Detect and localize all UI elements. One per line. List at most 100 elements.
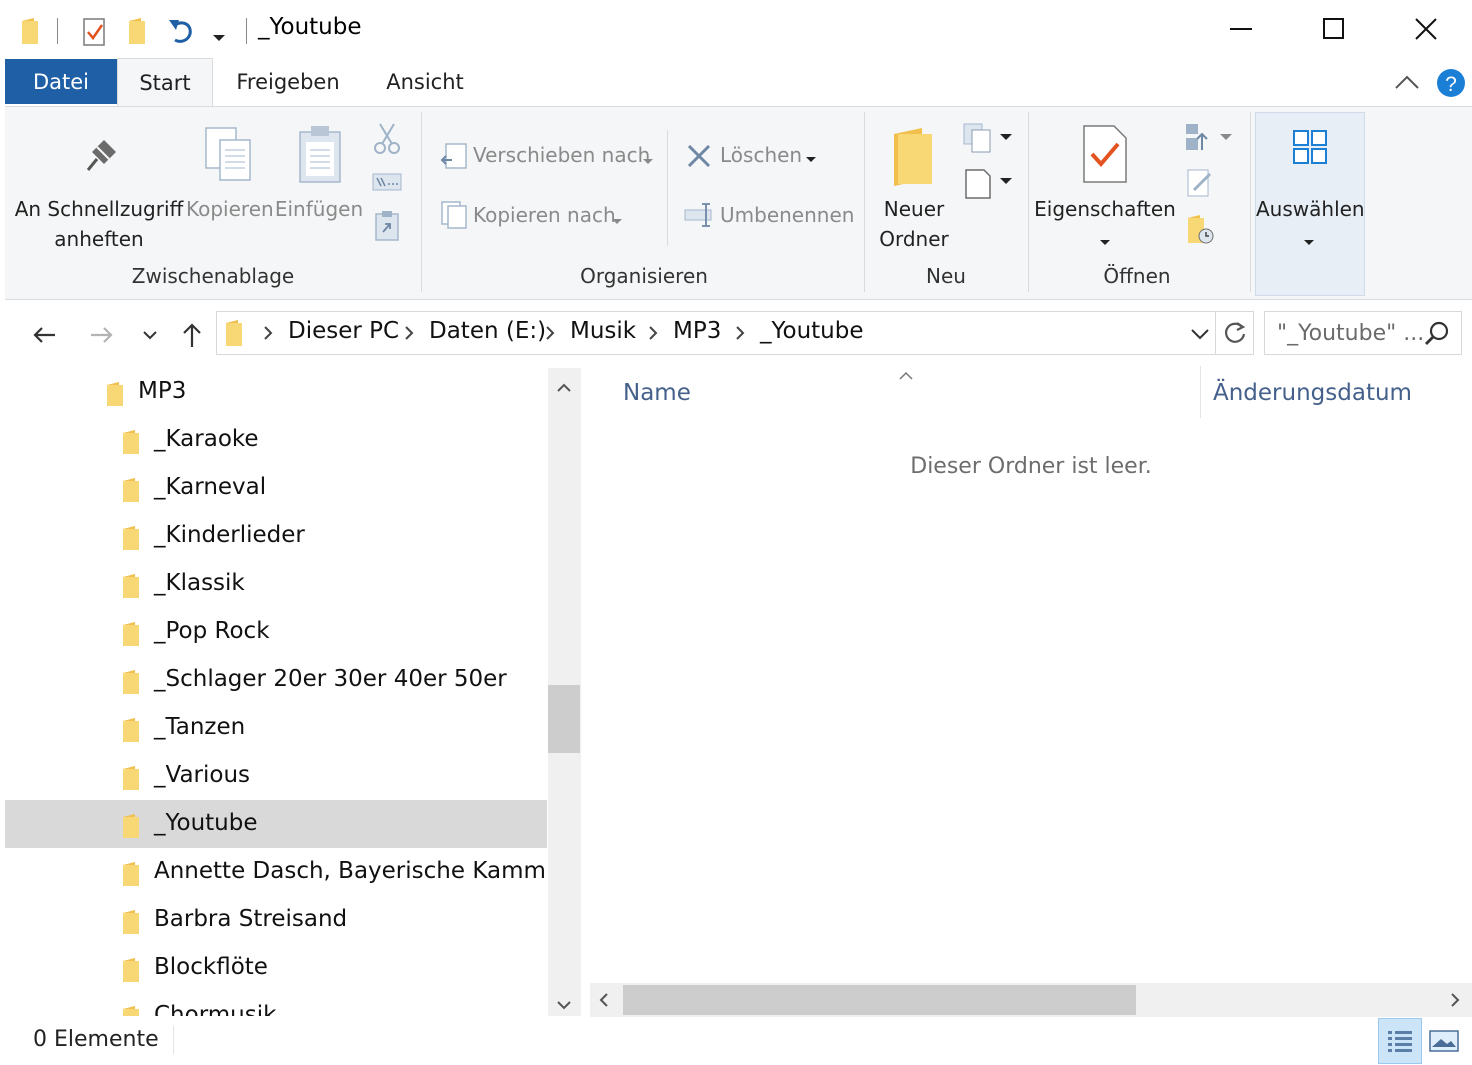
forward-button[interactable] (82, 316, 122, 354)
quick-access-dropdown-icon[interactable] (212, 28, 226, 47)
svg-text:?: ? (1445, 73, 1457, 96)
collapse-ribbon-icon[interactable] (1394, 74, 1420, 94)
new-item-icon[interactable] (962, 122, 1012, 158)
pin-button[interactable]: An Schnellzugriff anheften (14, 118, 184, 258)
history-icon[interactable] (1186, 214, 1216, 250)
nav-item[interactable]: _Pop Rock (5, 608, 547, 656)
chevron-down-icon (642, 151, 654, 170)
title-separator (246, 18, 247, 44)
nav-item-selected[interactable]: _Youtube (5, 800, 547, 848)
folder-icon (123, 478, 139, 502)
group-label-new: Neu (926, 264, 966, 288)
breadcrumb-daten[interactable]: Daten (E:) (429, 318, 546, 344)
refresh-button[interactable] (1216, 311, 1254, 355)
nav-item[interactable]: _Schlager 20er 30er 40er 50er (5, 656, 547, 704)
new-folder-quick-icon[interactable] (127, 17, 147, 49)
chevron-right-icon[interactable] (647, 323, 659, 347)
nav-item[interactable]: Barbra Streisand (5, 896, 547, 944)
scissors-icon[interactable] (372, 122, 402, 160)
breadcrumb-youtube[interactable]: _Youtube (760, 318, 864, 344)
help-icon[interactable]: ? (1436, 68, 1466, 102)
new-folder-label-line2: Ordner (879, 227, 949, 251)
select-button[interactable]: Auswählen (1255, 112, 1365, 296)
delete-button[interactable]: Löschen (682, 136, 832, 176)
minimize-button[interactable] (1196, 0, 1288, 58)
item-count: 0 Elemente (33, 1027, 159, 1052)
breadcrumb-mp3[interactable]: MP3 (673, 318, 721, 344)
nav-item-label: _Various (154, 762, 251, 788)
breadcrumb-musik[interactable]: Musik (570, 318, 636, 344)
empty-folder-message: Dieser Ordner ist leer. (910, 454, 1152, 479)
folder-icon (123, 526, 139, 550)
nav-item-label: _Tanzen (154, 714, 246, 740)
copy-to-button[interactable]: Kopieren nach (436, 196, 636, 236)
nav-item[interactable]: _Karaoke (5, 416, 547, 464)
tab-datei[interactable]: Datei (5, 59, 117, 104)
chevron-right-icon[interactable] (262, 323, 274, 347)
copy-path-icon[interactable] (372, 170, 402, 198)
scroll-up-icon[interactable] (557, 378, 571, 397)
large-icons-view-icon (1429, 1030, 1459, 1052)
column-header-modified[interactable]: Änderungsdatum (1213, 380, 1412, 406)
folder-icon (123, 718, 139, 742)
details-view-button[interactable] (1378, 1018, 1422, 1064)
group-separator (1250, 112, 1251, 292)
recent-locations-button[interactable] (130, 316, 170, 354)
nav-item[interactable]: Blockflöte (5, 944, 547, 992)
nav-item-mp3[interactable]: MP3 (5, 368, 547, 416)
easy-access-icon[interactable] (962, 166, 1012, 204)
search-icon[interactable] (1424, 320, 1450, 350)
chevron-right-icon[interactable] (403, 323, 415, 347)
group-separator (1028, 112, 1029, 292)
nav-item-label: Barbra Streisand (154, 906, 348, 932)
copy-button[interactable]: Kopieren (186, 118, 274, 228)
rename-label: Umbenennen (720, 203, 855, 227)
tab-freigeben[interactable]: Freigeben (226, 58, 350, 106)
group-separator (667, 130, 668, 246)
new-folder-button[interactable]: Neuer Ordner (872, 118, 956, 258)
nav-item[interactable]: _Kinderlieder (5, 512, 547, 560)
nav-pane-scroll-thumb[interactable] (548, 685, 580, 753)
scroll-down-icon[interactable] (557, 995, 571, 1014)
nav-item[interactable]: _Tanzen (5, 704, 547, 752)
nav-item[interactable]: Chormusik (5, 992, 547, 1016)
copy-label: Kopieren (186, 197, 274, 221)
maximize-button[interactable] (1288, 0, 1380, 58)
nav-item-label: Annette Dasch, Bayerische Kammerp (154, 858, 547, 884)
nav-item-label: _Youtube (154, 810, 258, 836)
large-icons-view-button[interactable] (1422, 1018, 1466, 1064)
chevron-down-icon (1099, 232, 1111, 251)
column-separator[interactable] (1200, 366, 1201, 418)
nav-item[interactable]: _Various (5, 752, 547, 800)
properties-button[interactable]: Eigenschaften (1034, 118, 1176, 258)
open-icon[interactable] (1184, 122, 1232, 158)
nav-item[interactable]: _Karneval (5, 464, 547, 512)
group-separator (864, 112, 865, 292)
tab-start[interactable]: Start (117, 58, 213, 107)
edit-icon[interactable] (1186, 168, 1214, 202)
move-to-button[interactable]: Verschieben nach (436, 136, 658, 176)
up-button[interactable] (172, 316, 212, 354)
nav-item[interactable]: _Klassik (5, 560, 547, 608)
chevron-right-icon[interactable] (734, 323, 746, 347)
paste-button[interactable]: Einfügen (274, 118, 364, 228)
chevron-right-icon[interactable] (544, 323, 556, 347)
select-label: Auswählen (1256, 197, 1365, 221)
tab-ansicht[interactable]: Ansicht (372, 58, 478, 106)
back-button[interactable] (24, 316, 64, 354)
column-header-name[interactable]: Name (623, 380, 691, 406)
rename-button[interactable]: Umbenennen (682, 196, 858, 236)
breadcrumb-dieser-pc[interactable]: Dieser PC (288, 318, 399, 344)
paste-shortcut-icon[interactable] (374, 210, 400, 246)
undo-icon[interactable] (166, 16, 196, 50)
properties-icon (1082, 124, 1128, 188)
scroll-right-icon[interactable] (1450, 992, 1460, 1012)
scroll-left-icon[interactable] (599, 992, 609, 1012)
close-button[interactable] (1380, 0, 1472, 58)
nav-item-label: _Karneval (154, 474, 267, 500)
window-title: _Youtube (258, 14, 362, 40)
nav-item[interactable]: Annette Dasch, Bayerische Kammerp (5, 848, 547, 896)
content-scroll-thumb[interactable] (623, 985, 1136, 1015)
address-dropdown-icon[interactable] (1190, 326, 1210, 345)
properties-quick-icon[interactable] (82, 17, 108, 51)
